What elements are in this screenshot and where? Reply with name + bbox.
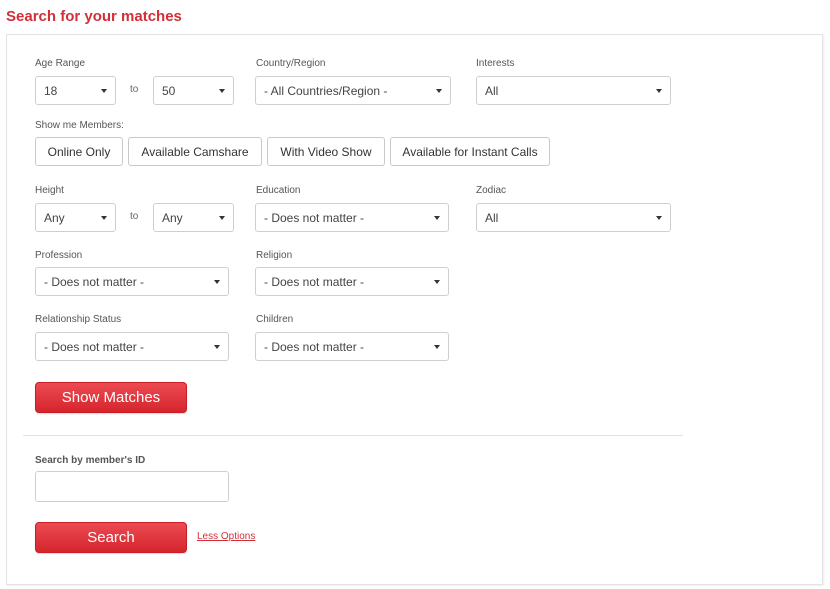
age-to-separator: to [130, 84, 139, 95]
country-select[interactable]: - All Countries/Region - [255, 76, 451, 105]
profession-value: - Does not matter - [44, 275, 145, 289]
chevron-down-icon [219, 89, 225, 93]
age-range-label: Age Range [35, 58, 86, 69]
profession-label: Profession [35, 250, 83, 261]
zodiac-value: All [485, 211, 499, 225]
chevron-down-icon [219, 216, 225, 220]
religion-select[interactable]: - Does not matter - [255, 267, 449, 296]
education-select[interactable]: - Does not matter - [255, 203, 449, 232]
zodiac-label: Zodiac [476, 185, 507, 196]
member-id-input[interactable] [35, 471, 229, 502]
zodiac-select[interactable]: All [476, 203, 671, 232]
profession-select[interactable]: - Does not matter - [35, 267, 229, 296]
religion-value: - Does not matter - [264, 275, 365, 289]
interests-select[interactable]: All [476, 76, 671, 105]
available-camshare-toggle[interactable]: Available Camshare [128, 137, 262, 166]
page-title: Search for your matches [6, 8, 182, 25]
height-label: Height [35, 185, 64, 196]
age-to-select[interactable]: 50 [153, 76, 234, 105]
height-to-select[interactable]: Any [153, 203, 234, 232]
search-panel [6, 34, 823, 585]
children-value: - Does not matter - [264, 340, 365, 354]
education-value: - Does not matter - [264, 211, 365, 225]
interests-label: Interests [476, 58, 515, 69]
chevron-down-icon [101, 89, 107, 93]
member-id-label: Search by member's ID [35, 455, 146, 466]
height-to-value: Any [162, 211, 183, 225]
height-from-select[interactable]: Any [35, 203, 116, 232]
height-from-value: Any [44, 211, 65, 225]
chevron-down-icon [434, 216, 440, 220]
chevron-down-icon [656, 216, 662, 220]
chevron-down-icon [214, 280, 220, 284]
height-to-separator: to [130, 211, 139, 222]
children-select[interactable]: - Does not matter - [255, 332, 449, 361]
section-divider [23, 435, 683, 436]
chevron-down-icon [101, 216, 107, 220]
relationship-status-value: - Does not matter - [44, 340, 145, 354]
chevron-down-icon [656, 89, 662, 93]
online-only-toggle[interactable]: Online Only [35, 137, 123, 166]
interests-value: All [485, 84, 499, 98]
chevron-down-icon [434, 345, 440, 349]
relationship-status-select[interactable]: - Does not matter - [35, 332, 229, 361]
age-from-select[interactable]: 18 [35, 76, 116, 105]
children-label: Children [256, 314, 294, 325]
instant-calls-toggle[interactable]: Available for Instant Calls [390, 137, 550, 166]
religion-label: Religion [256, 250, 293, 261]
country-label: Country/Region [256, 58, 326, 69]
chevron-down-icon [214, 345, 220, 349]
education-label: Education [256, 185, 301, 196]
age-from-value: 18 [44, 84, 58, 98]
relationship-status-label: Relationship Status [35, 314, 122, 325]
chevron-down-icon [434, 280, 440, 284]
with-video-show-toggle[interactable]: With Video Show [267, 137, 385, 166]
less-options-link[interactable]: Less Options [197, 531, 255, 542]
search-button[interactable]: Search [35, 522, 187, 553]
age-to-value: 50 [162, 84, 176, 98]
chevron-down-icon [436, 89, 442, 93]
show-members-label: Show me Members: [35, 120, 124, 131]
country-value: - All Countries/Region - [264, 84, 388, 98]
show-matches-button[interactable]: Show Matches [35, 382, 187, 413]
